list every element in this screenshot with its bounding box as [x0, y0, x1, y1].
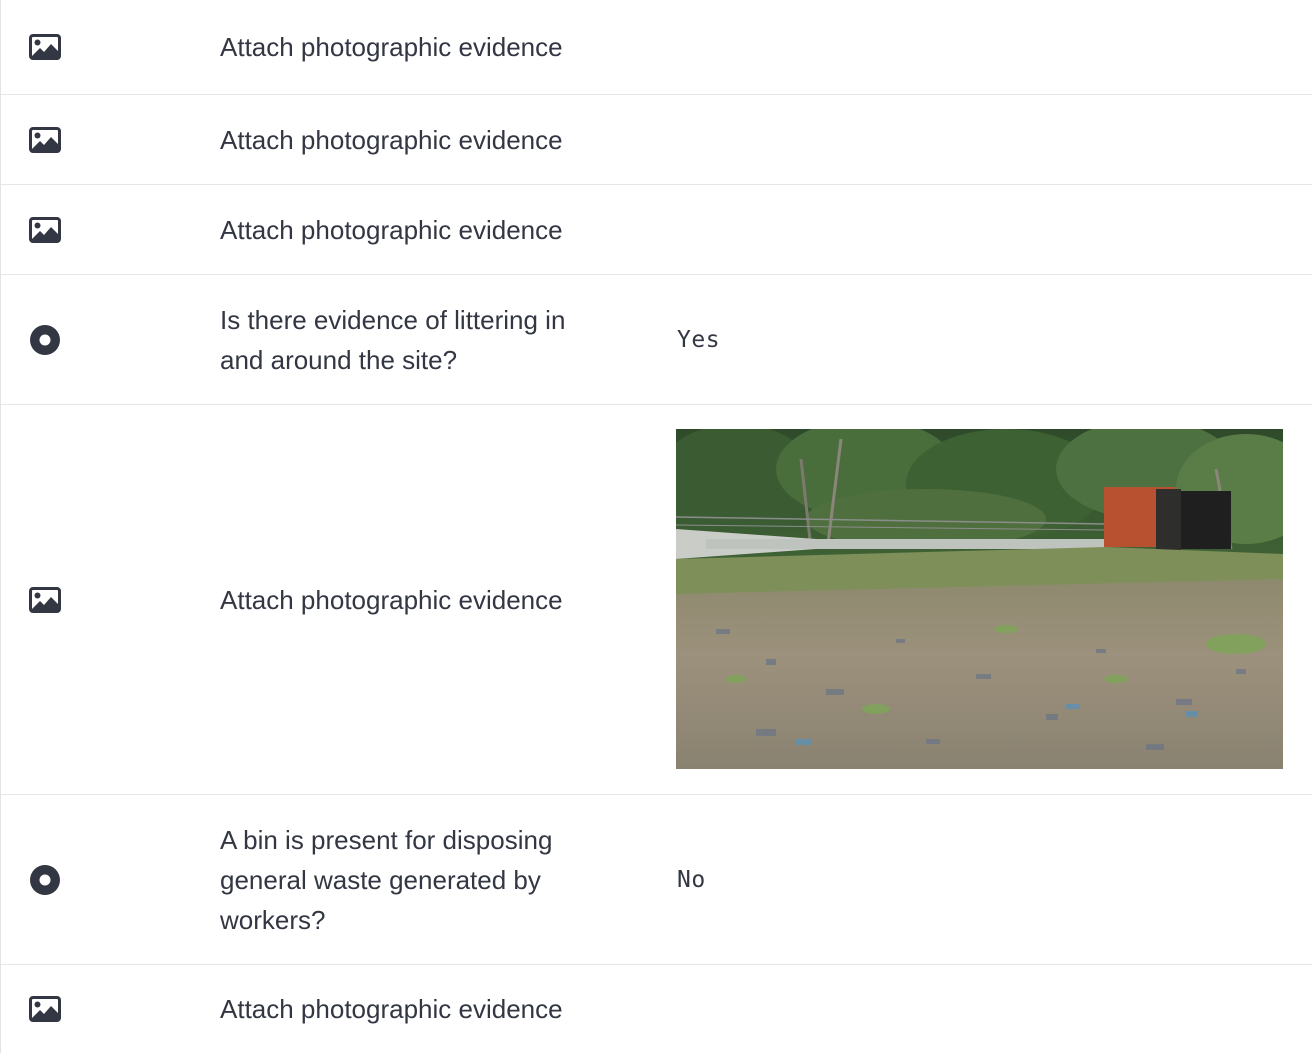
- image-icon: [28, 213, 62, 247]
- image-icon: [28, 30, 62, 64]
- table-row: Attach photographic evidence: [1, 95, 1312, 185]
- answer-value: No: [677, 866, 706, 893]
- table-row: A bin is present for disposing general w…: [1, 795, 1312, 965]
- table-row: Is there evidence of littering in and ar…: [1, 275, 1312, 405]
- image-icon: [28, 992, 62, 1026]
- table-row: Attach photographic evidence: [1, 965, 1312, 1053]
- question-text: Attach photographic evidence: [220, 124, 563, 155]
- image-icon: [28, 123, 62, 157]
- image-icon: [28, 583, 62, 617]
- table-row: Attach photographic evidence: [1, 405, 1312, 795]
- question-text: Attach photographic evidence: [220, 32, 563, 62]
- inspection-response-table: Attach photographic evidence Attach phot…: [0, 0, 1312, 1053]
- question-text: A bin is present for disposing general w…: [220, 824, 553, 935]
- question-text: Attach photographic evidence: [220, 584, 563, 615]
- question-text: Attach photographic evidence: [220, 994, 563, 1024]
- question-text: Is there evidence of littering in and ar…: [220, 304, 566, 375]
- radio-selected-icon: [28, 323, 62, 357]
- table-row: Attach photographic evidence: [1, 185, 1312, 275]
- table-row: Attach photographic evidence: [1, 0, 1312, 95]
- question-text: Attach photographic evidence: [220, 214, 563, 245]
- radio-selected-icon: [28, 863, 62, 897]
- answer-value: Yes: [677, 326, 721, 353]
- evidence-photo[interactable]: [676, 429, 1283, 769]
